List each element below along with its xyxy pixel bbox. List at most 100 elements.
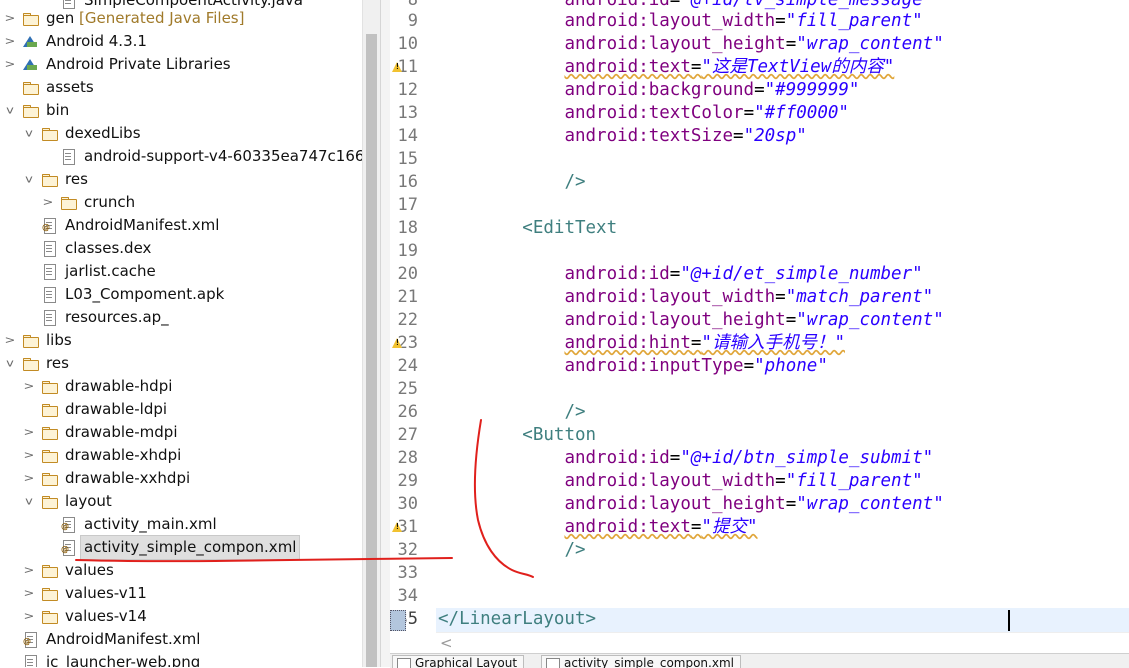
tree-item-label: Android 4.3.1 [43,30,150,53]
code-line[interactable]: android:hint="请输入手机号！" [438,332,845,355]
code-line[interactable]: android:text="这是TextView的内容" [438,56,894,79]
code-line[interactable]: <EditText [438,217,617,240]
code-line[interactable]: android:layout_height="wrap_content" [438,33,943,56]
collapsed-chevron-icon[interactable]: > [4,55,16,73]
tree-item-libs[interactable]: > libs [0,329,362,352]
tree-item-bin[interactable]: v bin [0,99,362,122]
attribute-value: "#999999" [764,80,860,100]
code-line[interactable]: <Button [438,424,596,447]
tree-item-classes-dex[interactable]: classes.dex [0,237,362,260]
code-line[interactable]: android:text="提交" [438,516,757,539]
tree-item-drawable-xxhdpi[interactable]: > drawable-xxhdpi [0,467,362,490]
line-number: 31 [390,516,436,539]
tree-item-assets[interactable]: assets [0,76,362,99]
expanded-chevron-icon[interactable]: v [4,354,16,372]
warning-icon[interactable] [392,338,402,348]
tree-item-res[interactable]: v res [0,352,362,375]
warning-icon[interactable] [392,62,402,72]
tree-item-android-support-v4-60335ea747c166b[interactable]: android-support-v4-60335ea747c166b [0,145,374,168]
code-line[interactable]: android:textColor="#ff0000" [438,102,849,125]
tree-item-label: AndroidManifest.xml [62,214,222,237]
collapsed-chevron-icon[interactable]: > [23,584,35,602]
equals-sign: = [690,333,702,353]
folder-icon [42,588,58,601]
tree-item-jarlist-cache[interactable]: jarlist.cache [0,260,362,283]
code-line[interactable]: android:layout_width="match_parent" [438,286,933,309]
line-number-text: 20 [397,264,418,284]
tree-item-drawable-xhdpi[interactable]: > drawable-xhdpi [0,444,362,467]
line-number-text: 9 [407,11,418,31]
item-name: resources.ap_ [65,308,169,326]
tree-item-android-4-3-1[interactable]: > Android 4.3.1 [0,30,362,53]
code-line[interactable]: android:layout_height="wrap_content" [438,493,943,516]
tree-item-androidmanifest-xml[interactable]: @ AndroidManifest.xml [0,214,362,237]
code-line[interactable]: /> [438,171,585,194]
warning-icon[interactable] [392,522,402,532]
collapsed-chevron-icon[interactable]: > [23,607,35,625]
tree-scroll-thumb[interactable] [366,34,377,667]
collapsed-chevron-icon[interactable]: > [23,423,35,441]
tree-item-label: L03_Compoment.apk [62,283,227,306]
expanded-chevron-icon[interactable]: v [4,101,16,119]
tree-item-drawable-mdpi[interactable]: > drawable-mdpi [0,421,362,444]
code-line[interactable]: android:layout_width="fill_parent" [438,10,922,33]
tree-item-gen[interactable]: > gen [Generated Java Files] [0,7,362,30]
tree-item-resources-ap[interactable]: resources.ap_ [0,306,362,329]
collapsed-chevron-icon[interactable]: > [4,9,16,27]
collapsed-chevron-icon[interactable]: > [23,446,35,464]
tree-item-label: layout [62,490,115,513]
equals-sign: = [754,80,765,100]
tree-item-crunch[interactable]: > crunch [0,191,362,214]
equals-sign: = [690,57,702,77]
collapsed-chevron-icon[interactable]: > [42,193,54,211]
tree-item-androidmanifest-xml[interactable]: @ AndroidManifest.xml [0,628,362,651]
xml-editor[interactable]: 89 101112 13 14 15 16 17 18 19 20 21 222324 25 26 27 28… [390,0,1129,653]
tree-item-res[interactable]: v res [0,168,362,191]
tree-item-drawable-hdpi[interactable]: > drawable-hdpi [0,375,362,398]
code-line[interactable]: /> [438,401,585,424]
tree-item-dexedlibs[interactable]: v dexedLibs [0,122,362,145]
code-line[interactable]: android:textSize="20sp" [438,125,806,148]
code-line[interactable]: android:id="@+id/btn_simple_submit" [438,447,933,470]
tree-item-activity-simple-compon-xml[interactable]: @ activity_simple_compon.xml [0,535,362,560]
tree-item-label: values [62,559,117,582]
expanded-chevron-icon[interactable]: v [23,170,35,188]
code-line[interactable]: android:layout_width="fill_parent" [438,470,922,493]
tree-item-label: drawable-hdpi [62,375,175,398]
line-number-text: 17 [397,195,418,215]
tree-item-ic-launcher-web-png[interactable]: ic_launcher-web.png [0,651,362,667]
collapsed-chevron-icon[interactable]: > [23,561,35,579]
tab-activity-simple-compon-xml[interactable]: activity_simple_compon.xml [541,655,741,668]
item-name: drawable-hdpi [65,377,173,395]
tree-vertical-scrollbar[interactable] [362,0,380,667]
item-name: res [65,170,88,188]
code-line[interactable]: android:id="@+id/et_simple_number" [438,263,922,286]
collapsed-chevron-icon[interactable]: > [4,331,16,349]
tree-item-label: bin [43,99,72,122]
collapsed-chevron-icon[interactable]: > [23,469,35,487]
code-line[interactable]: android:inputType="phone" [438,355,827,378]
expanded-chevron-icon[interactable]: v [23,124,35,142]
code-line[interactable]: android:layout_height="wrap_content" [438,309,943,332]
tree-item-drawable-ldpi[interactable]: drawable-ldpi [0,398,362,421]
editor-horizontal-scrollbar[interactable]: < [436,632,1129,653]
tree-item-values[interactable]: > values [0,559,362,582]
tree-item-layout[interactable]: v layout [0,490,362,513]
collapsed-chevron-icon[interactable]: > [23,377,35,395]
tree-item-android-private-libraries[interactable]: > Android Private Libraries [0,53,362,76]
equals-sign: = [775,471,786,491]
code-line[interactable]: </LinearLayout> [438,608,596,631]
tree-item-values-v11[interactable]: > values-v11 [0,582,362,605]
collapsed-chevron-icon[interactable]: > [4,32,16,50]
tab-graphical-layout[interactable]: Graphical Layout [392,655,525,668]
expanded-chevron-icon[interactable]: v [23,492,35,510]
tree-item-label: res [43,352,72,375]
code-line[interactable]: /> [438,539,585,562]
tree-item-activity-main-xml[interactable]: @ activity_main.xml [0,513,362,536]
tree-item-l03-compoment-apk[interactable]: L03_Compoment.apk [0,283,362,306]
scroll-left-icon[interactable]: < [440,633,453,653]
code-line[interactable]: android:background="#999999" [438,79,859,102]
item-name: gen [46,9,75,27]
tree-item-values-v14[interactable]: > values-v14 [0,605,362,628]
